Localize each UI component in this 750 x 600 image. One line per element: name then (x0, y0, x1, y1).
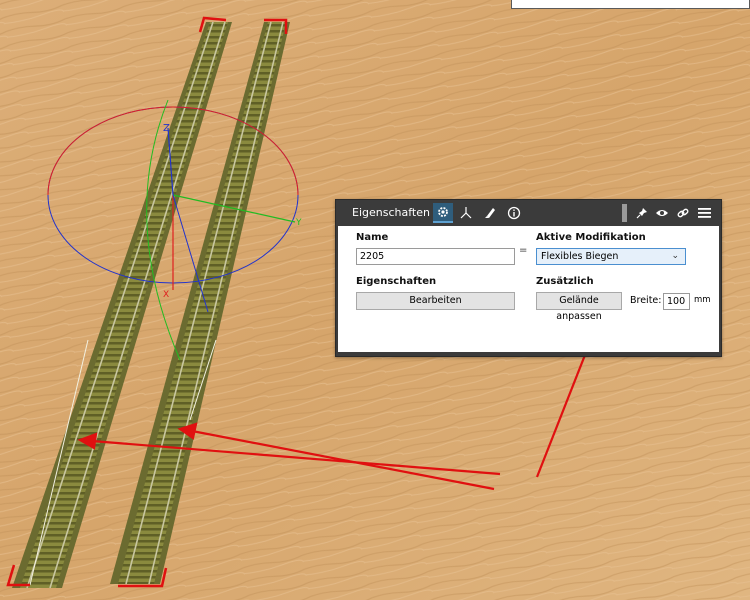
menu-icon[interactable] (694, 203, 714, 223)
corner-window-fragment (511, 0, 750, 9)
axis-icon[interactable] (456, 203, 476, 223)
brush-icon[interactable] (480, 203, 500, 223)
width-input[interactable] (663, 293, 690, 310)
terrain-adjust-button[interactable]: Gelände anpassen (536, 292, 622, 322)
header-separator (622, 204, 627, 222)
panel-body: Name = Aktive Modifikation Flexibles Bie… (338, 226, 719, 352)
chevron-down-icon: ⌄ (671, 251, 679, 261)
gizmo-z-label: Z (163, 123, 170, 134)
width-unit: mm (694, 295, 711, 305)
width-label: Breite: (630, 295, 662, 306)
gear-icon[interactable] (433, 203, 453, 223)
name-input[interactable] (356, 248, 515, 265)
properties-label: Eigenschaften (356, 276, 437, 287)
active-modification-label: Aktive Modifikation (536, 232, 646, 243)
active-modification-value: Flexibles Biegen (541, 251, 619, 262)
info-icon[interactable] (504, 203, 524, 223)
properties-panel: Eigenschaften Name 2205 = Aktive Modifik… (335, 199, 722, 357)
name-label: Name (356, 232, 389, 243)
eye-icon[interactable] (652, 203, 672, 223)
panel-tab-title[interactable]: Eigenschaften (352, 206, 430, 219)
pin-icon[interactable] (632, 203, 652, 223)
link-icon[interactable] (673, 203, 693, 223)
panel-header: Eigenschaften (336, 200, 721, 226)
active-modification-select[interactable]: Flexibles Biegen ⌄ (536, 248, 686, 265)
name-marker: = (519, 245, 528, 256)
gizmo-x-label: X (163, 290, 169, 300)
edit-button[interactable]: Bearbeiten (356, 292, 515, 310)
additional-label: Zusätzlich (536, 276, 594, 287)
gizmo-y-label: Y (295, 218, 302, 228)
